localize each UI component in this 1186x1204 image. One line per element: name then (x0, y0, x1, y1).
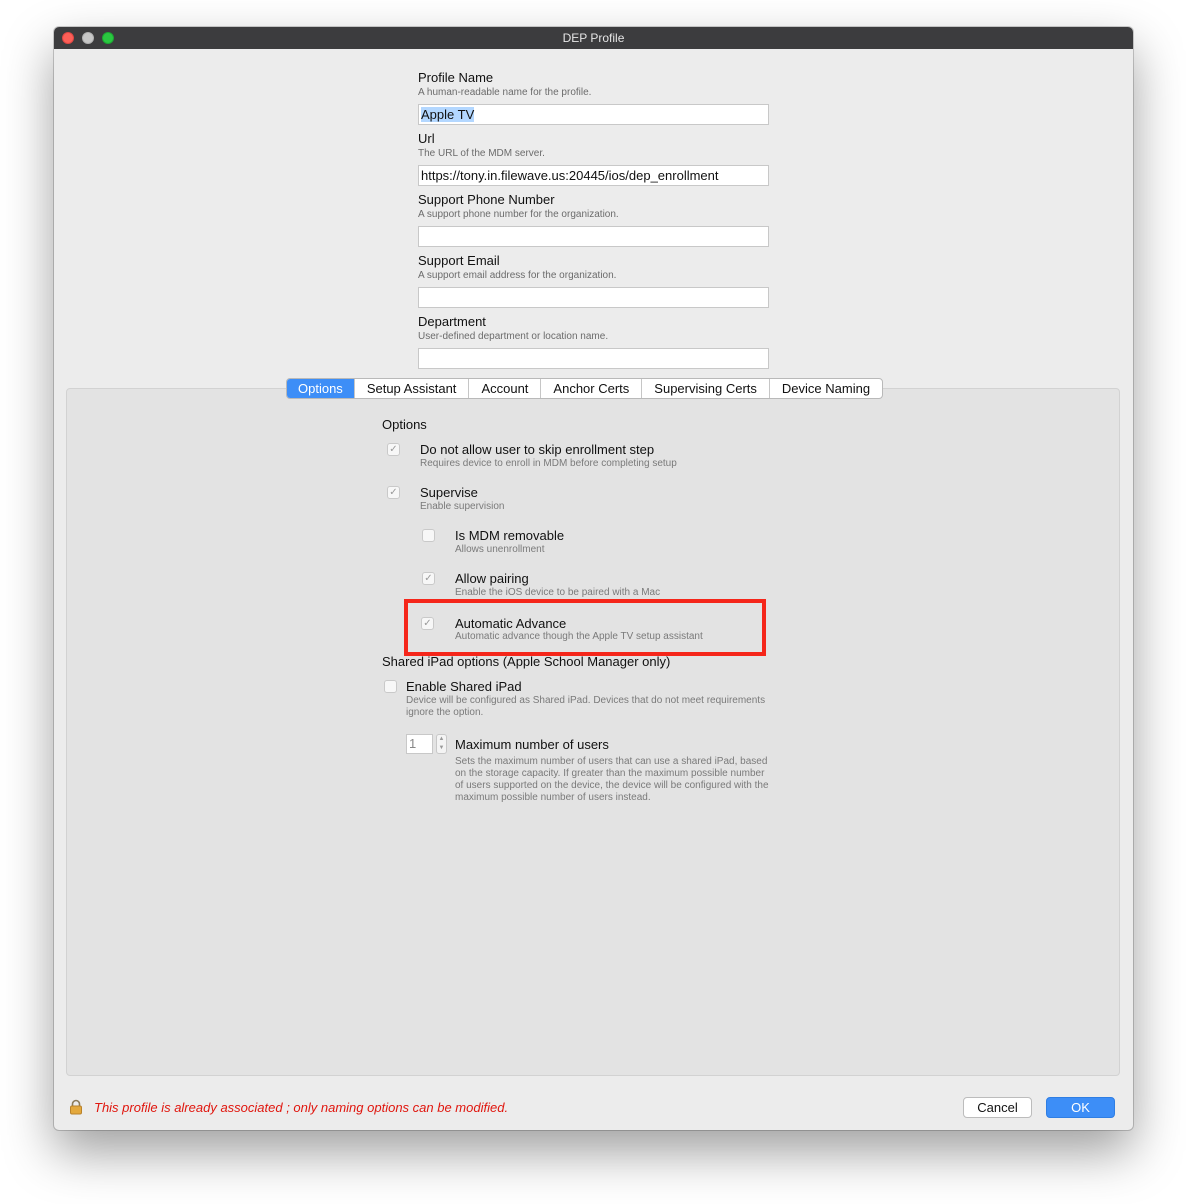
lock-icon (68, 1099, 84, 1115)
support-email-label: Support Email (418, 253, 500, 268)
tab-anchor-certs[interactable]: Anchor Certs (541, 379, 643, 398)
mdm-removable-help: Allows unenrollment (455, 544, 545, 555)
support-email-field: Support Email A support email address fo… (418, 253, 769, 308)
mdm-removable-label: Is MDM removable (455, 528, 565, 543)
enable-shared-ipad-label: Enable Shared iPad (406, 679, 522, 694)
max-users-help-2: on the storage capacity. If greater than… (455, 768, 765, 779)
tab-bar: Options Setup Assistant Account Anchor C… (286, 378, 884, 399)
profile-name-label: Profile Name (418, 70, 494, 85)
skip-enrollment-help: Requires device to enroll in MDM before … (420, 458, 677, 469)
max-users-help-1: Sets the maximum number of users that ca… (455, 756, 768, 767)
ok-button[interactable]: OK (1046, 1097, 1115, 1118)
allow-pairing-checkbox[interactable]: ✓ (422, 572, 435, 585)
status-message: This profile is already associated ; onl… (94, 1100, 509, 1115)
options-section-title: Options (382, 417, 427, 432)
tab-account[interactable]: Account (469, 379, 542, 398)
tab-setup-assistant[interactable]: Setup Assistant (355, 379, 470, 398)
department-help: User-defined department or location name… (418, 331, 609, 342)
support-email-help: A support email address for the organiza… (418, 270, 617, 281)
url-field: Url The URL of the MDM server. https://t… (418, 131, 769, 186)
enable-shared-ipad-checkbox[interactable] (384, 680, 397, 693)
tab-device-naming[interactable]: Device Naming (770, 379, 882, 398)
max-users-help-4: maximum possible number of users instead… (455, 792, 651, 803)
department-label: Department (418, 314, 486, 329)
automatic-advance-highlight (404, 599, 766, 656)
support-phone-label: Support Phone Number (418, 192, 555, 207)
support-phone-help: A support phone number for the organizat… (418, 209, 619, 220)
stepper-up-icon[interactable]: ▲ (437, 735, 446, 744)
cancel-button[interactable]: Cancel (963, 1097, 1032, 1118)
title-bar: DEP Profile (54, 27, 1133, 49)
supervise-checkbox[interactable]: ✓ (387, 486, 400, 499)
max-users-stepper[interactable]: ▲ ▼ (436, 734, 447, 754)
window-title: DEP Profile (562, 31, 625, 45)
profile-name-input[interactable]: Apple TV (418, 104, 769, 125)
max-users-label: Maximum number of users (455, 737, 609, 752)
mdm-removable-checkbox[interactable] (422, 529, 435, 542)
profile-name-value: Apple TV (421, 107, 475, 122)
max-users-help-3: of users supported on the device, the de… (455, 780, 769, 791)
allow-pairing-label: Allow pairing (455, 571, 529, 586)
allow-pairing-help: Enable the iOS device to be paired with … (455, 587, 661, 598)
tab-supervising-certs[interactable]: Supervising Certs (642, 379, 770, 398)
support-phone-input[interactable] (418, 226, 769, 247)
skip-enrollment-checkbox[interactable]: ✓ (387, 443, 400, 456)
support-phone-field: Support Phone Number A support phone num… (418, 192, 769, 247)
skip-enrollment-label: Do not allow user to skip enrollment ste… (420, 442, 655, 457)
url-label: Url (418, 131, 435, 146)
enable-shared-ipad-help-1: Device will be configured as Shared iPad… (406, 695, 766, 706)
dep-profile-window: DEP Profile Profile Name A human-readabl… (54, 27, 1133, 1130)
department-input[interactable] (418, 348, 769, 369)
supervise-label: Supervise (420, 485, 478, 500)
stepper-down-icon[interactable]: ▼ (437, 744, 446, 753)
supervise-help: Enable supervision (420, 501, 505, 512)
max-users-input[interactable]: 1 (406, 734, 433, 754)
url-input[interactable]: https://tony.in.filewave.us:20445/ios/de… (418, 165, 769, 186)
tab-panel (66, 388, 1120, 1076)
profile-name-field: Profile Name A human-readable name for t… (418, 70, 769, 125)
tab-options[interactable]: Options (287, 379, 355, 398)
department-field: Department User-defined department or lo… (418, 314, 769, 369)
url-help: The URL of the MDM server. (418, 148, 545, 159)
shared-ipad-section-title: Shared iPad options (Apple School Manage… (382, 654, 671, 669)
profile-name-help: A human-readable name for the profile. (418, 87, 592, 98)
enable-shared-ipad-help-2: ignore the option. (406, 707, 484, 718)
support-email-input[interactable] (418, 287, 769, 308)
